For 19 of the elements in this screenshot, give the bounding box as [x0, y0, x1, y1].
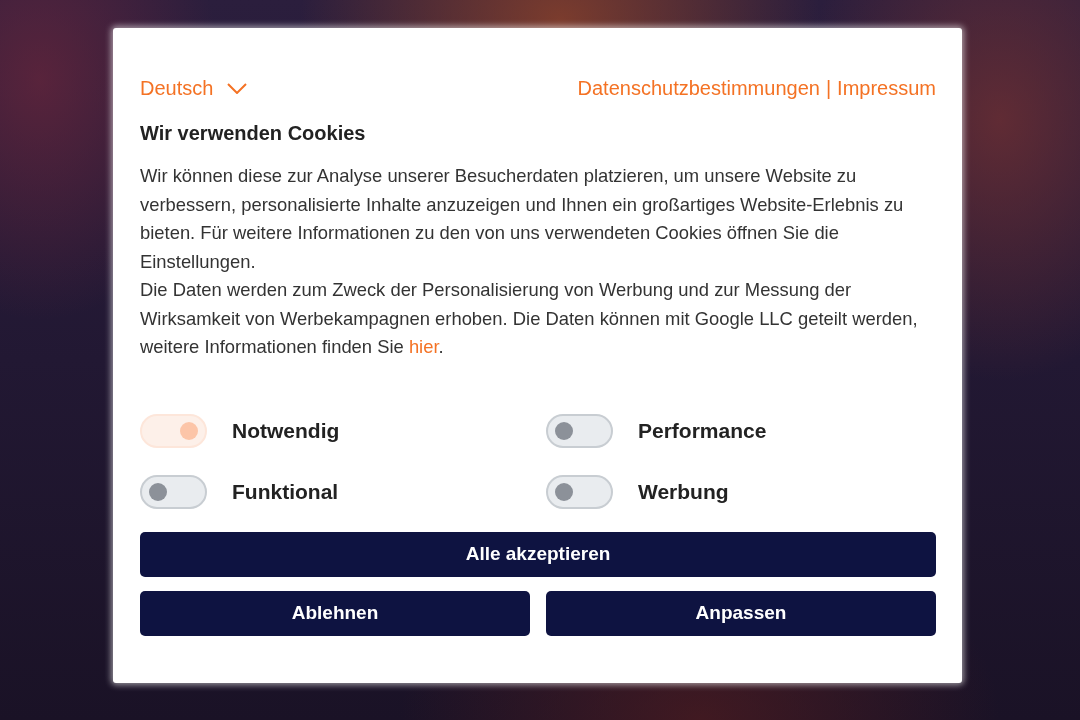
- customize-button[interactable]: Anpassen: [546, 590, 936, 636]
- toggle-switch[interactable]: [546, 413, 613, 448]
- toggle-switch[interactable]: [140, 474, 207, 509]
- header-link[interactable]: Impressum: [837, 76, 936, 100]
- accept-all-button[interactable]: Alle akzeptieren: [140, 531, 936, 577]
- chevron-down-icon: [227, 82, 248, 94]
- reject-button[interactable]: Ablehnen: [140, 590, 530, 636]
- body-text: Wir können diese zur Analyse unserer Besucherdaten platzieren, um unsere Website zu verbessern, personalisierte Inhalte anzuzeigen und Ihnen ein großartiges Website-Erlebnis zu bieten. Für weitere Informationen zu den von uns verwendeten Cookies öffnen Sie die Einstellungen.: [140, 164, 905, 274]
- toggle-label: Notwendig: [232, 418, 340, 443]
- body-text: Die Daten werden zum Zweck der Personalisierung von Werbung und zur Messung der Wirksamkeit von Werbekampagnen erhoben. Die Daten können mit Google LLC geteilt werden, weitere Informationen finden Sie hier.: [140, 278, 919, 359]
- toggle-switch[interactable]: [546, 474, 613, 509]
- separator-text: |: [825, 76, 832, 100]
- dialog-title: Wir verwenden Cookies: [140, 121, 367, 145]
- toggle-label: Werbung: [638, 479, 729, 504]
- text-link[interactable]: hier: [408, 336, 439, 357]
- header-link[interactable]: Datenschutzbestimmungen: [577, 76, 820, 100]
- toggle-label: Performance: [638, 418, 767, 443]
- language-dropdown[interactable]: Deutsch: [140, 76, 248, 100]
- toggle-label: Funktional: [232, 479, 339, 504]
